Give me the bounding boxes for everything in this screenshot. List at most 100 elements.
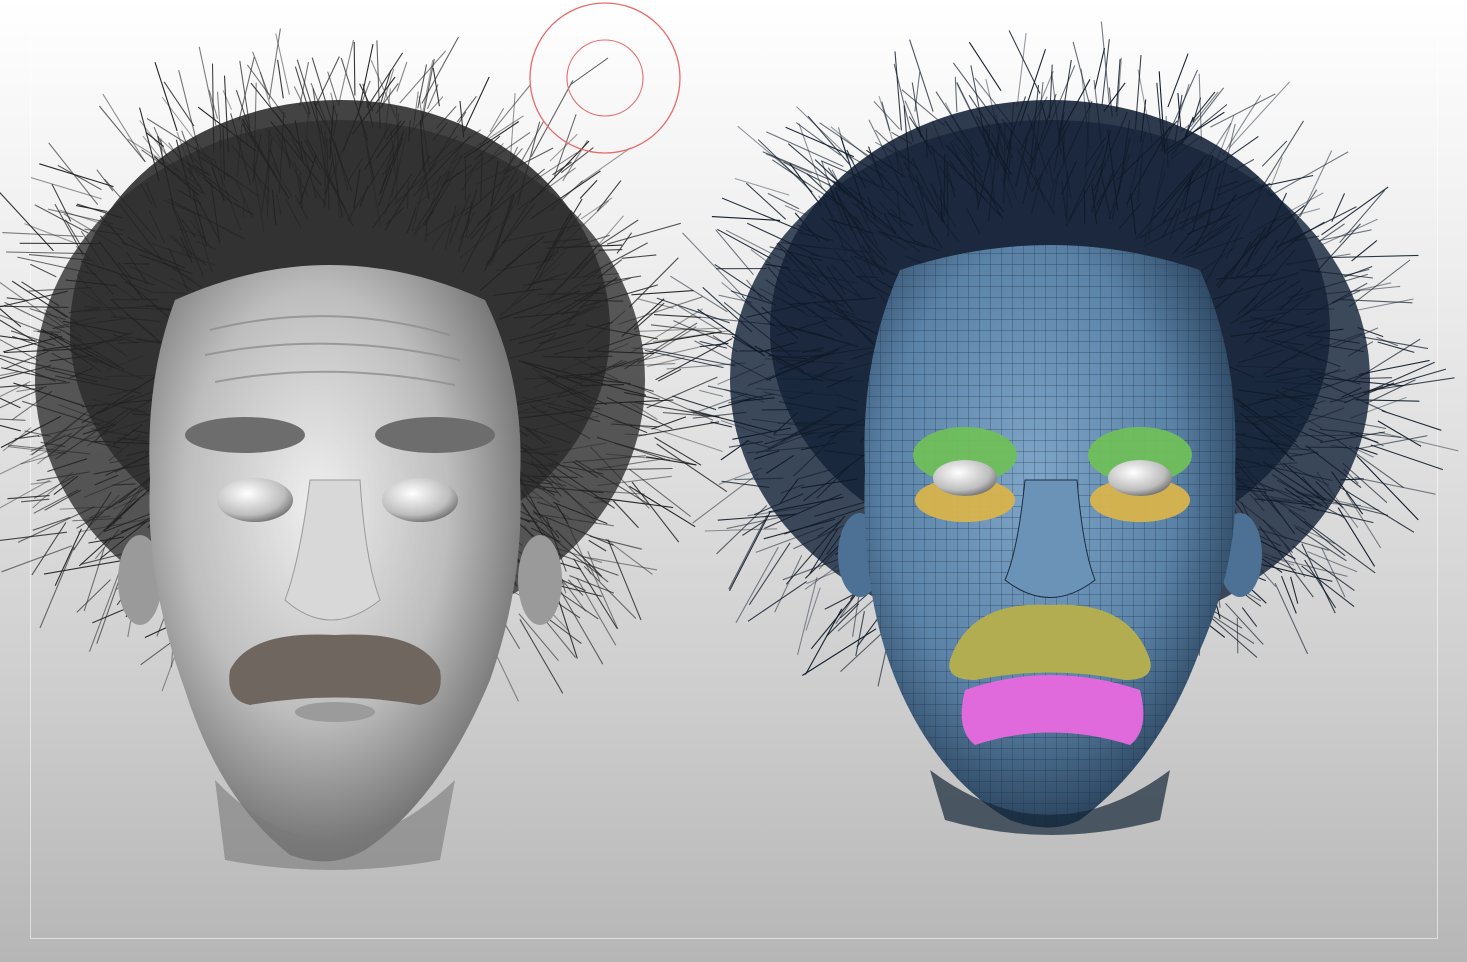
hair-strand [637,326,697,365]
hair-strand [797,576,818,655]
hair-strand [54,528,82,586]
hair-strand [1337,507,1376,567]
right-head-eye-left [933,460,997,496]
hair-strand [1378,431,1459,452]
scene-canvas[interactable] [0,0,1467,962]
hair-strand [612,500,639,529]
hair-strand [654,428,723,453]
left-head-eye-left [217,478,293,522]
hair-strand [721,197,803,232]
hair-strand [353,41,356,96]
brush-direction-line [569,57,609,86]
zbrush-document-viewport[interactable] [0,0,1467,962]
hair-strand [0,191,54,252]
hair-strand [558,588,604,665]
hair-strand [682,232,744,298]
hair-strand [1198,73,1202,140]
left-head-mustache [229,634,441,705]
hair-strand [1274,582,1309,655]
hair-strand [580,197,613,220]
left-head-lip [295,702,375,722]
hair-strand [954,76,958,113]
left-head-eyebrow-left [185,417,305,453]
hair-strand [1377,341,1415,353]
hair-strand [873,101,901,130]
hair-strand [1008,30,1041,94]
hair-strand [1321,218,1378,246]
left-head[interactable] [0,28,739,871]
hair-strand [6,297,29,302]
hair-strand [699,389,724,397]
hair-strand [396,61,408,92]
hair-strand [621,254,657,259]
hair-strand [1301,565,1355,608]
hair-strand [14,435,40,440]
hair-strand [0,418,26,421]
hair-strand [596,180,622,212]
hair-strand [1318,223,1345,243]
hair-strand [1290,576,1299,604]
hair-strand [399,50,447,104]
right-head-eye-right [1108,460,1172,496]
hair-strand [1177,83,1190,119]
hair-strand [1229,81,1291,148]
hair-strand [717,228,771,259]
hair-strand [21,498,50,503]
hair-strand [0,381,31,398]
left-head-eyebrow-right [375,417,495,453]
hair-strand [588,539,607,552]
hair-strand [34,204,89,234]
hair-strand [337,39,355,106]
hair-strand [646,357,685,368]
hair-strand [734,177,790,196]
hair-strand [598,249,623,251]
hair-strand [1100,21,1110,104]
brush-cursor [529,2,681,154]
left-head-eye-right [382,478,458,522]
hair-strand [48,142,99,205]
hair-strand [1321,186,1389,236]
hair-strand [88,572,120,652]
hair-strand [238,56,255,121]
hair-strand [616,232,633,254]
brush-focal-ring [566,39,644,117]
hair-strand [631,290,694,296]
hair-strand [1381,410,1442,431]
hair-strand [605,538,653,575]
right-head[interactable] [644,21,1459,840]
hair-strand [1344,265,1373,278]
hair-strand [774,555,803,613]
hair-strand [748,542,791,606]
hair-strand [1267,157,1283,196]
left-head-ear-right [518,535,562,625]
hair-strand [222,90,233,110]
hair-strand [1094,47,1106,90]
hair-strand [567,579,584,596]
hair-strand [30,480,52,485]
hair-strand [1370,444,1444,471]
hair-strand [519,619,564,694]
hair-strand [1331,254,1419,259]
hair-strand [607,539,642,621]
hair-strand [715,229,754,276]
hair-strand [628,468,691,517]
hair-strand [1236,617,1239,654]
hair-strand [1189,91,1219,128]
hair-strand [1280,575,1297,614]
hair-strand [735,546,779,623]
hair-strand [39,546,75,629]
hair-strand [785,126,855,158]
hair-strand [43,559,129,575]
hair-strand [529,140,590,204]
hair-strand [737,125,806,184]
hair-strand [57,164,102,191]
hair-strand [637,421,720,437]
hair-strand [123,262,150,265]
hair-strand [656,443,728,493]
hair-strand [463,76,490,132]
hair-strand [771,159,844,208]
brush-draw-size-ring [529,2,681,154]
hair-strand [456,95,477,123]
hair-strand [1351,240,1378,262]
hair-strand [855,611,865,657]
